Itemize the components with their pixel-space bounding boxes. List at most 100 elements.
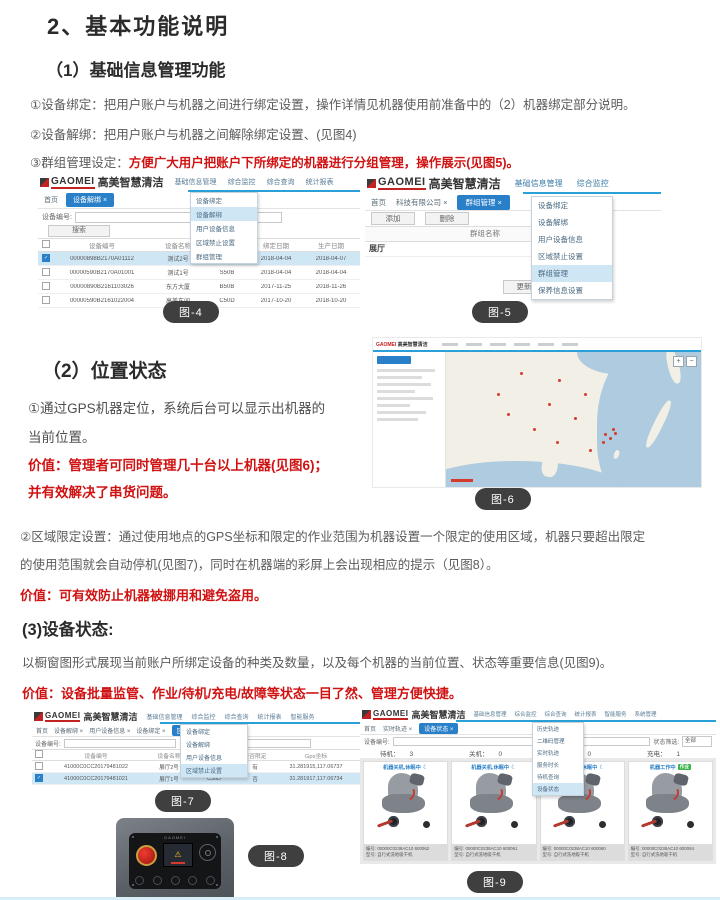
nav-monitor[interactable]: 综合监控: [228, 177, 256, 187]
panel-button[interactable]: [153, 876, 162, 885]
device-no-input[interactable]: [393, 737, 651, 746]
menu-item-area-limit[interactable]: 区域禁止设置: [532, 248, 612, 265]
delete-button[interactable]: 删除: [425, 212, 469, 225]
menu-item-area-limit[interactable]: 区域禁止设置: [191, 235, 257, 249]
tab-home[interactable]: 首页: [371, 197, 386, 208]
tab-home[interactable]: 首页: [44, 195, 58, 205]
menu-item-group[interactable]: 群组管理: [532, 265, 612, 282]
menu-item-maintain[interactable]: 保养信息设置: [532, 282, 612, 299]
menu-item-history-track[interactable]: 历史轨迹: [533, 723, 583, 735]
row-checkbox[interactable]: ✓: [42, 254, 50, 262]
row-checkbox[interactable]: [35, 762, 43, 770]
machine-marker[interactable]: [556, 441, 559, 444]
tab-bar: 首页 科技有限公司 × 群组管理 ×: [365, 194, 661, 211]
panel-button[interactable]: [171, 876, 180, 885]
tab-status-active[interactable]: 设备状态 ×: [419, 723, 458, 734]
tab-unbind-active[interactable]: 设备解绑 ×: [66, 193, 114, 207]
tab-home[interactable]: 首页: [364, 724, 376, 733]
nav-basic-info[interactable]: 基础信息管理: [473, 710, 506, 718]
nav-query[interactable]: 综合查询: [225, 712, 249, 721]
machine-marker[interactable]: [584, 393, 587, 396]
nav-smart[interactable]: 智能服务: [291, 712, 315, 721]
tab-unbind[interactable]: 设备解绑 ×: [54, 726, 83, 735]
menu-item-bind[interactable]: 设备绑定: [191, 193, 257, 207]
device-card[interactable]: 机器关机,休眠中☾ 编号: 00000C0238AC10 600061型号: 自…: [451, 761, 536, 861]
state-filter-select[interactable]: 全部: [682, 736, 712, 747]
gaomei-logo-cn: 高美智慧清洁: [83, 710, 137, 723]
row-checkbox[interactable]: [42, 268, 50, 276]
tab-user-device[interactable]: 用户设备信息 ×: [89, 726, 130, 735]
menu-item-service-time[interactable]: 服务时长: [533, 759, 583, 771]
nav-monitor[interactable]: 综合监控: [577, 178, 609, 189]
sidebar-active-button[interactable]: [377, 356, 411, 364]
table-row[interactable]: 00000590B2170A01001 测试1号 S50B 2018-04-04…: [38, 266, 360, 280]
nav-monitor[interactable]: 综合监控: [191, 712, 215, 721]
device-card[interactable]: 机器工作中作业 编号: 00000C0238AC10 600064型号: 自行式…: [628, 761, 713, 861]
table-row[interactable]: 00000890B2161103026 东方大厦 B50B 2017-11-25…: [38, 280, 360, 294]
row-checkbox[interactable]: ✓: [35, 774, 43, 782]
gaomei-logo-cn: 高美智慧清洁: [411, 708, 465, 721]
machine-marker[interactable]: [533, 428, 536, 431]
nav-basic-info[interactable]: 基础信息管理: [146, 712, 182, 721]
panel-button[interactable]: [135, 876, 144, 885]
menu-item-bind[interactable]: 设备绑定: [181, 725, 247, 738]
select-all-checkbox[interactable]: [35, 750, 43, 758]
screenshot-fig6: GAOMEI 高美智慧清洁: [372, 337, 702, 488]
nav-report[interactable]: 统计报表: [306, 177, 334, 187]
select-all-checkbox[interactable]: [42, 240, 50, 248]
menu-item-user-device[interactable]: 用户设备信息: [181, 751, 247, 764]
tab-home[interactable]: 首页: [36, 726, 48, 735]
nav-monitor[interactable]: 综合监控: [514, 710, 536, 718]
machine-marker[interactable]: [548, 403, 551, 406]
nav-report[interactable]: 统计报表: [258, 712, 282, 721]
menu-item-unbind[interactable]: 设备解绑: [181, 738, 247, 751]
menu-item-qrcode[interactable]: 二维码管理: [533, 735, 583, 747]
key-switch[interactable]: [199, 844, 216, 861]
machine-marker[interactable]: [574, 417, 577, 420]
row-checkbox[interactable]: [42, 282, 50, 290]
menu-item-live-track[interactable]: 实时轨迹: [533, 747, 583, 759]
tab-company[interactable]: 科技有限公司 ×: [396, 197, 447, 208]
nav-query[interactable]: 综合查询: [545, 710, 567, 718]
tab-bind[interactable]: 设备绑定 ×: [136, 726, 165, 735]
machine-marker[interactable]: [558, 379, 561, 382]
nav-system[interactable]: 系统管理: [635, 710, 657, 718]
menu-item-user-device[interactable]: 用户设备信息: [191, 221, 257, 235]
menu-item-unbind[interactable]: 设备解绑: [191, 207, 257, 221]
machine-marker[interactable]: [589, 449, 592, 452]
machine-marker[interactable]: [612, 428, 615, 431]
search-button[interactable]: 搜索: [48, 225, 110, 237]
screenshot-fig9: GAOMEI 高美智慧清洁 基础信息管理 综合监控 综合查询 统计报表 智能服务…: [360, 706, 716, 868]
nav-basic-info[interactable]: 基础信息管理: [515, 178, 563, 189]
zoom-out-button[interactable]: −: [686, 356, 697, 367]
menu-item-bind[interactable]: 设备绑定: [532, 197, 612, 214]
machine-marker[interactable]: [602, 441, 605, 444]
machine-marker[interactable]: [497, 393, 500, 396]
gaomei-logo: GAOMEI: [373, 709, 408, 720]
menu-item-device-status[interactable]: 设备状态: [533, 783, 583, 795]
toolbar: 添加 删除: [365, 211, 661, 226]
add-button[interactable]: 添加: [371, 212, 415, 225]
menu-item-group[interactable]: 群组管理: [191, 249, 257, 263]
tab-group-active[interactable]: 群组管理 ×: [457, 195, 509, 210]
machine-marker[interactable]: [507, 413, 510, 416]
zoom-in-button[interactable]: +: [673, 356, 684, 367]
row-checkbox[interactable]: [42, 296, 50, 304]
scrubber-machine-image: [463, 772, 525, 828]
device-card[interactable]: 机器关机,休眠中☾ 编号: 00000C0238AC10 600062型号: 自…: [363, 761, 448, 861]
menu-item-unbind[interactable]: 设备解绑: [532, 214, 612, 231]
map-canvas[interactable]: + −: [446, 352, 701, 487]
menu-item-standby-query[interactable]: 待机查询: [533, 771, 583, 783]
emergency-stop-button[interactable]: [136, 845, 157, 866]
menu-item-area-limit[interactable]: 区域禁止设置: [181, 764, 247, 777]
tab-track[interactable]: 实时轨迹 ×: [383, 724, 412, 733]
nav-report[interactable]: 统计报表: [575, 710, 597, 718]
device-no-input[interactable]: [64, 739, 176, 748]
panel-button[interactable]: [206, 876, 215, 885]
menu-item-user-device[interactable]: 用户设备信息: [532, 231, 612, 248]
nav-basic-info[interactable]: 基础信息管理: [175, 177, 217, 187]
nav-query[interactable]: 综合查询: [267, 177, 295, 187]
machine-marker[interactable]: [520, 372, 523, 375]
nav-smart[interactable]: 智能服务: [605, 710, 627, 718]
panel-button[interactable]: [188, 876, 197, 885]
